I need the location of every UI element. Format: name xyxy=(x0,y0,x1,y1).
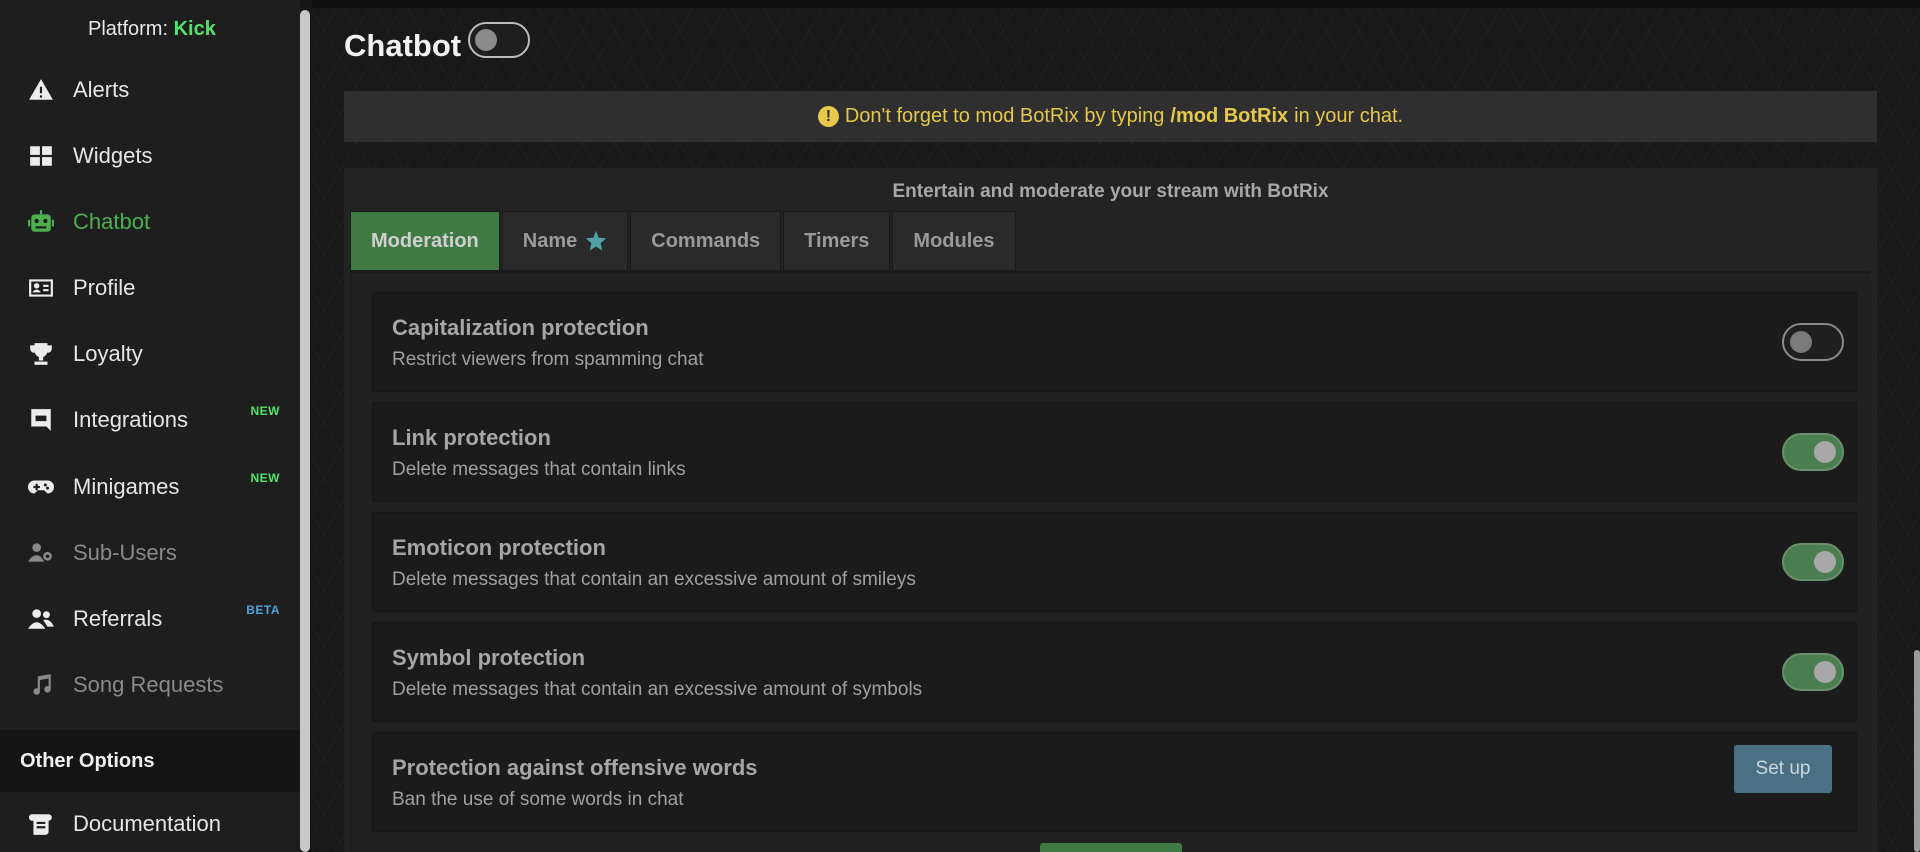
sidebar-item-label: Referrals xyxy=(73,606,163,631)
sidebar-item-minigames[interactable]: Minigames NEW xyxy=(0,457,300,517)
option-description: Delete messages that contain an excessiv… xyxy=(392,679,923,700)
sidebar-item-label: Sub-Users xyxy=(73,540,177,565)
sidebar-item-label: Documentation xyxy=(73,811,221,836)
scroll-icon xyxy=(27,810,55,838)
platform-value: Kick xyxy=(173,18,216,40)
users-cog-icon xyxy=(27,539,55,567)
option-description: Ban the use of some words in chat xyxy=(392,789,684,810)
option-title: Emoticon protection xyxy=(392,535,606,560)
tab-modules[interactable]: Modules xyxy=(892,211,1016,271)
option-title: Link protection xyxy=(392,425,551,450)
id-card-icon xyxy=(27,274,55,302)
chatbot-tabs: Moderation Name Commands Timers Modules xyxy=(350,211,1018,271)
option-emoticon-protection: Emoticon protection Delete messages that… xyxy=(372,512,1857,612)
sidebar-item-label: Loyalty xyxy=(73,341,143,366)
option-title: Symbol protection xyxy=(392,645,586,670)
sidebar-item-sub-users[interactable]: Sub-Users xyxy=(0,523,300,583)
sidebar-item-loyalty[interactable]: Loyalty xyxy=(0,324,300,384)
sidebar: Platform: Kick Alerts Widgets Chatbot Pr… xyxy=(0,0,300,852)
sidebar-item-label: Integrations xyxy=(73,407,188,432)
sidebar-item-documentation[interactable]: Documentation xyxy=(0,794,300,852)
tab-label: Timers xyxy=(804,229,870,252)
sidebar-item-alerts[interactable]: Alerts xyxy=(0,60,300,120)
exclamation-circle-icon: ! xyxy=(817,106,839,127)
option-title: Protection against offensive words xyxy=(392,755,758,780)
toggle-knob xyxy=(475,29,497,51)
tab-name[interactable]: Name xyxy=(501,211,629,271)
page-scrollbar[interactable] xyxy=(1914,650,1920,852)
main-content: Chatbot ! Don't forget to mod BotRix by … xyxy=(312,0,1920,852)
sidebar-item-profile[interactable]: Profile xyxy=(0,258,300,318)
sidebar-item-label: Minigames xyxy=(73,474,180,499)
warning-triangle-icon xyxy=(27,76,55,104)
save-button[interactable] xyxy=(1040,843,1182,852)
other-options-heading: Other Options xyxy=(0,730,300,792)
sidebar-item-chatbot[interactable]: Chatbot xyxy=(0,192,300,252)
new-badge: NEW xyxy=(250,471,280,485)
tab-timers[interactable]: Timers xyxy=(783,211,891,271)
moderation-tab-content: Capitalization protection Restrict viewe… xyxy=(350,273,1871,852)
trophy-icon xyxy=(27,340,55,368)
option-link-protection: Link protection Delete messages that con… xyxy=(372,402,1857,502)
toggle-knob xyxy=(1814,551,1836,573)
toggle-knob xyxy=(1814,441,1836,463)
sidebar-item-label: Chatbot xyxy=(73,209,151,234)
toggle-knob xyxy=(1790,331,1812,353)
setup-button[interactable]: Set up xyxy=(1734,745,1832,793)
star-icon xyxy=(586,230,607,251)
page-title: Chatbot xyxy=(344,28,462,63)
platform-label: Platform: xyxy=(88,18,169,40)
mod-notice-banner: ! Don't forget to mod BotRix by typing /… xyxy=(344,91,1877,142)
option-title: Capitalization protection xyxy=(392,315,649,340)
users-icon xyxy=(27,605,55,633)
option-description: Restrict viewers from spamming chat xyxy=(392,349,704,370)
new-badge: NEW xyxy=(250,404,280,418)
panel-heading: Entertain and moderate your stream with … xyxy=(892,181,1329,202)
chatbot-panel: Entertain and moderate your stream with … xyxy=(344,168,1877,852)
robot-icon xyxy=(27,208,55,236)
tab-commands[interactable]: Commands xyxy=(630,211,782,271)
emoticon-protection-toggle[interactable] xyxy=(1782,543,1844,581)
platform-indicator: Platform: Kick xyxy=(88,18,216,41)
symbol-protection-toggle[interactable] xyxy=(1782,653,1844,691)
beta-badge: BETA xyxy=(246,603,280,617)
sidebar-item-label: Alerts xyxy=(73,77,130,102)
tab-label: Modules xyxy=(913,229,995,252)
grid-icon xyxy=(27,142,55,170)
discord-icon xyxy=(27,406,55,434)
sidebar-item-label: Song Requests xyxy=(73,672,224,697)
option-capitalization-protection: Capitalization protection Restrict viewe… xyxy=(372,292,1857,392)
option-offensive-words-protection: Protection against offensive words Ban t… xyxy=(372,732,1857,832)
tab-label: Commands xyxy=(651,229,761,252)
sidebar-item-widgets[interactable]: Widgets xyxy=(0,126,300,186)
link-protection-toggle[interactable] xyxy=(1782,433,1844,471)
notice-command: /mod BotRix xyxy=(1170,105,1289,127)
sidebar-item-integrations[interactable]: Integrations NEW xyxy=(0,390,300,450)
option-description: Delete messages that contain links xyxy=(392,459,686,480)
sidebar-item-song-requests[interactable]: Song Requests xyxy=(0,655,300,715)
toggle-knob xyxy=(1814,661,1836,683)
sidebar-item-label: Widgets xyxy=(73,143,153,168)
tab-label: Moderation xyxy=(371,229,479,252)
chatbot-enable-toggle[interactable] xyxy=(468,22,530,58)
option-description: Delete messages that contain an excessiv… xyxy=(392,569,916,590)
notice-prefix: Don't forget to mod BotRix by typing xyxy=(844,105,1165,127)
option-symbol-protection: Symbol protection Delete messages that c… xyxy=(372,622,1857,722)
tab-label: Name xyxy=(522,229,578,252)
notice-suffix: in your chat. xyxy=(1294,105,1404,127)
music-note-icon xyxy=(27,671,55,699)
top-divider xyxy=(312,0,1920,8)
gamepad-icon xyxy=(27,473,55,501)
sidebar-item-referrals[interactable]: Referrals BETA xyxy=(0,589,300,649)
sidebar-scrollbar[interactable] xyxy=(300,10,310,852)
sidebar-item-label: Profile xyxy=(73,275,136,300)
capitalization-protection-toggle[interactable] xyxy=(1782,323,1844,361)
tab-moderation[interactable]: Moderation xyxy=(350,211,500,271)
